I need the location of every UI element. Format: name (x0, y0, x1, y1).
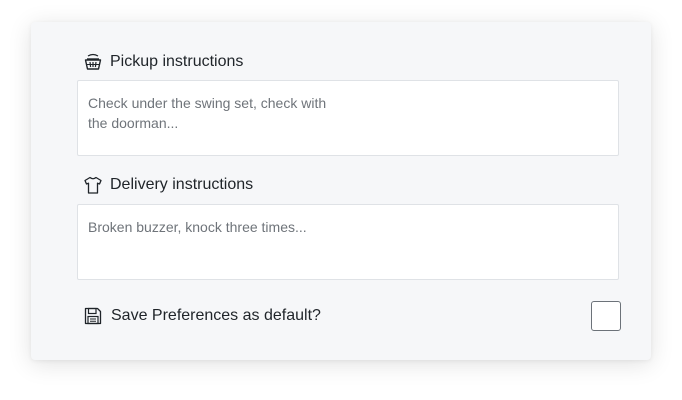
delivery-instructions-label: Delivery instructions (110, 176, 254, 193)
delivery-instructions-input[interactable] (77, 204, 619, 280)
save-preferences-label: Save Preferences as default? (111, 307, 321, 324)
save-preferences-checkbox[interactable] (591, 301, 621, 331)
delivery-instructions-header: Delivery instructions (83, 175, 253, 195)
pickup-instructions-header: Pickup instructions (83, 52, 243, 72)
pickup-instructions-input[interactable] (77, 80, 619, 156)
shirt-icon (83, 175, 103, 195)
pickup-instructions-label: Pickup instructions (110, 53, 244, 70)
instructions-card: Pickup instructions Delivery instruction… (31, 22, 651, 360)
save-preferences-row: Save Preferences as default? (83, 306, 321, 326)
basket-icon (83, 52, 103, 72)
floppy-disk-icon (83, 306, 103, 326)
